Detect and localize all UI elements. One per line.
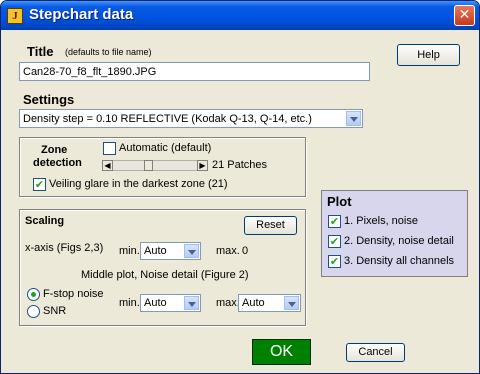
automatic-checkbox[interactable] [103,142,116,155]
chevron-down-icon[interactable] [284,296,299,310]
ok-button[interactable]: OK [252,339,311,365]
y-max-label: max. [216,297,240,309]
plot-pixels-noise-label: 1. Pixels, noise [344,215,418,227]
settings-label: Settings [23,92,75,107]
x-min-value: Auto [144,245,167,257]
help-button[interactable]: Help [397,44,460,66]
chevron-down-icon[interactable] [184,244,199,258]
scroll-thumb[interactable] [144,160,153,171]
patches-scrollbar[interactable] [102,160,208,171]
scroll-right-icon[interactable]: ▶ [197,160,208,171]
settings-selected-value: Density step = 0.10 REFLECTIVE (Kodak Q-… [23,113,312,125]
stepchart-dialog: J Stepchart data ✕ Title (defaults to fi… [0,0,480,374]
title-bar[interactable]: J Stepchart data ✕ [1,1,479,30]
title-label: Title [27,44,54,59]
veiling-glare-checkbox[interactable]: ✔ [33,178,46,191]
app-icon: J [7,8,23,24]
x-min-label: min. [119,245,140,257]
fstop-noise-radio[interactable] [27,288,40,301]
veiling-glare-label: Veiling glare in the darkest zone (21) [49,178,228,190]
fstop-noise-label: F-stop noise [43,288,104,300]
window-title: Stepchart data [29,6,134,23]
scroll-left-icon[interactable]: ◀ [102,160,113,171]
y-max-value: Auto [242,297,265,309]
zone-label: Zone [41,144,68,156]
title-hint: (defaults to file name) [65,47,152,57]
snr-label: SNR [43,305,67,317]
plot-density-all-checkbox[interactable]: ✔ [328,255,341,268]
x-min-select[interactable]: Auto [140,242,201,260]
reset-button[interactable]: Reset [244,216,297,235]
cancel-button[interactable]: Cancel [346,343,405,362]
title-input[interactable]: Can28-70_f8_flt_1890.JPG [19,62,370,81]
middle-plot-label: Middle plot, Noise detail (Figure 2) [81,269,249,281]
plot-density-all-label: 3. Density all channels [344,255,455,267]
plot-label: Plot [327,194,352,209]
y-min-value: Auto [144,297,167,309]
y-max-select[interactable]: Auto [238,294,301,312]
x-axis-label: x-axis (Figs 2,3) [25,242,104,254]
close-icon[interactable]: ✕ [454,5,475,26]
y-min-label: min. [119,297,140,309]
patches-count-label: 21 Patches [212,159,268,171]
chevron-down-icon[interactable] [184,296,199,310]
plot-density-noise-label: 2. Density, noise detail [344,235,454,247]
plot-pixels-noise-checkbox[interactable]: ✔ [328,215,341,228]
automatic-label: Automatic (default) [119,142,212,154]
detection-label: detection [33,157,82,169]
snr-radio[interactable] [27,305,40,318]
scaling-label: Scaling [25,215,65,227]
x-max-label: max. [216,245,240,257]
chevron-down-icon[interactable] [346,111,361,126]
settings-select[interactable]: Density step = 0.10 REFLECTIVE (Kodak Q-… [19,109,363,128]
plot-density-noise-checkbox[interactable]: ✔ [328,235,341,248]
y-min-select[interactable]: Auto [140,294,201,312]
x-max-value: 0 [242,245,249,257]
